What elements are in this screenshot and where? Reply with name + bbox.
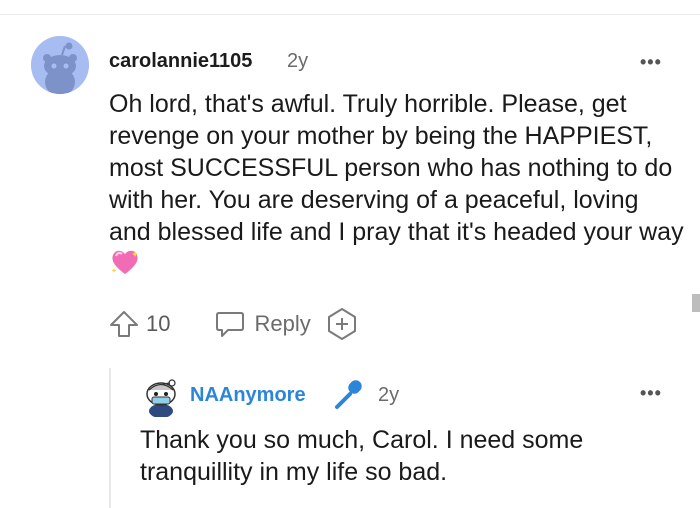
award-button[interactable]: [325, 307, 359, 341]
reply-label: Reply: [254, 311, 311, 336]
more-options-icon[interactable]: •••: [640, 52, 662, 73]
speech-bubble-icon: [216, 312, 245, 337]
vote-count: 10: [146, 311, 171, 336]
comment-text: Oh lord, that's awful. Truly horrible. P…: [109, 90, 684, 246]
thread-line[interactable]: [109, 368, 111, 508]
comment-body: Oh lord, that's awful. Truly horrible. P…: [109, 88, 684, 284]
reply-username[interactable]: NAAnymore: [190, 384, 306, 407]
user-avatar[interactable]: [31, 36, 89, 94]
comment-actions: 10 Reply: [108, 306, 359, 342]
upvote-arrow-icon: [110, 311, 138, 337]
upvote-button[interactable]: 10: [108, 309, 170, 339]
reply-avatar[interactable]: [143, 377, 179, 418]
reply-body: Thank you so much, Carol. I need some tr…: [140, 424, 660, 488]
reddit-snoo-icon: [31, 36, 89, 94]
reply-text: Thank you so much, Carol. I need some tr…: [140, 426, 584, 486]
sparkling-heart-icon: [110, 248, 140, 284]
scrollbar-thumb[interactable]: [692, 294, 700, 312]
comment-username[interactable]: carolannie1105: [109, 50, 252, 73]
reply-button[interactable]: Reply: [214, 309, 311, 339]
snoo-avatar-icon: [146, 379, 176, 418]
add-award-icon: [327, 308, 356, 340]
microphone-icon: [332, 378, 366, 417]
reply-age: 2y: [378, 384, 400, 406]
reply-more-options-icon[interactable]: •••: [640, 383, 662, 404]
comment-age: 2y: [287, 50, 309, 72]
top-divider: [0, 14, 700, 15]
